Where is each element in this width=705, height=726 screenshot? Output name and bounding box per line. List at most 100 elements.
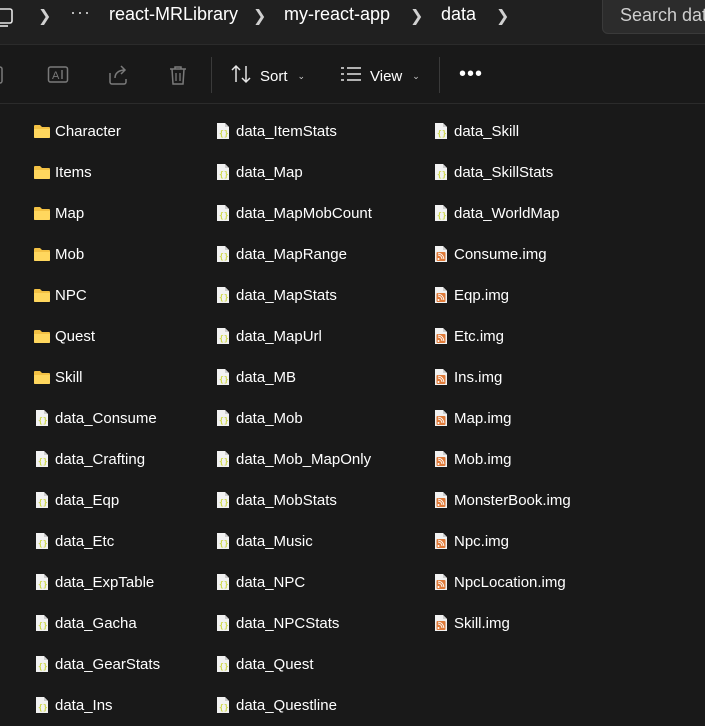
file-item[interactable]: {} data_Gacha bbox=[33, 609, 137, 637]
file-name: Skill.img bbox=[454, 614, 510, 632]
svg-text:{}: {} bbox=[219, 129, 229, 138]
file-item[interactable]: Map.img bbox=[432, 404, 512, 432]
file-item[interactable]: {} data_GearStats bbox=[33, 650, 160, 678]
file-item[interactable]: {} data_Ins bbox=[33, 691, 113, 719]
svg-text:{}: {} bbox=[219, 457, 229, 466]
file-item[interactable]: {} data_MobStats bbox=[214, 486, 337, 514]
folder-item[interactable]: Character bbox=[33, 117, 121, 145]
file-item[interactable]: {} data_ItemStats bbox=[214, 117, 337, 145]
file-name: data_Map bbox=[236, 163, 303, 181]
folder-item[interactable]: Map bbox=[33, 199, 84, 227]
file-item[interactable]: Ins.img bbox=[432, 363, 502, 391]
search-input[interactable]: Search data bbox=[620, 5, 705, 26]
folder-item[interactable]: Items bbox=[33, 158, 92, 186]
file-name: data_Skill bbox=[454, 122, 520, 140]
file-item[interactable]: {} data_Mob_MapOnly bbox=[214, 445, 371, 473]
folder-icon bbox=[33, 163, 51, 181]
file-item[interactable]: {} data_MapMobCount bbox=[214, 199, 372, 227]
file-item[interactable]: {} data_ExpTable bbox=[33, 568, 154, 596]
search-box[interactable]: Search data bbox=[602, 0, 705, 34]
file-item[interactable]: {} data_Questline bbox=[214, 691, 337, 719]
json-file-icon: {} bbox=[214, 655, 232, 673]
delete-icon[interactable] bbox=[167, 64, 189, 91]
file-item[interactable]: {} data_Map bbox=[214, 158, 303, 186]
file-item[interactable]: {} data_Crafting bbox=[33, 445, 145, 473]
svg-text:{}: {} bbox=[219, 498, 229, 507]
breadcrumb-item-react-mrlibrary[interactable]: react-MRLibrary bbox=[109, 4, 238, 25]
folder-item[interactable]: Mob bbox=[33, 240, 84, 268]
sort-icon bbox=[230, 64, 252, 88]
file-name: data_Crafting bbox=[55, 450, 146, 468]
file-item[interactable]: {} data_Eqp bbox=[33, 486, 119, 514]
breadcrumb-overflow-icon[interactable]: ··· bbox=[70, 2, 91, 23]
breadcrumb-item-my-react-app[interactable]: my-react-app bbox=[284, 4, 390, 25]
file-name: Character bbox=[55, 122, 121, 140]
breadcrumb-chevron-icon[interactable]: ❯ bbox=[253, 6, 266, 26]
sort-button[interactable]: Sort ⌄ bbox=[230, 63, 305, 89]
file-item[interactable]: {} data_MapStats bbox=[214, 281, 337, 309]
json-file-icon: {} bbox=[214, 286, 232, 304]
file-name: data_MapStats bbox=[236, 286, 337, 304]
feed-file-icon bbox=[432, 409, 450, 427]
file-item[interactable]: Npc.img bbox=[432, 527, 509, 555]
command-bar: A Sort ⌄ View ⌄ ••• bbox=[0, 45, 705, 104]
toolbar-divider bbox=[211, 57, 212, 93]
file-item[interactable]: {} data_MapRange bbox=[214, 240, 347, 268]
file-name: Map.img bbox=[454, 409, 512, 427]
file-name: data_Etc bbox=[55, 532, 115, 550]
file-item[interactable]: {} data_Mob bbox=[214, 404, 303, 432]
json-file-icon: {} bbox=[214, 696, 232, 714]
file-item[interactable]: Eqp.img bbox=[432, 281, 509, 309]
file-item[interactable]: {} data_Quest bbox=[214, 650, 314, 678]
file-name: Mob bbox=[55, 245, 85, 263]
file-item[interactable]: MonsterBook.img bbox=[432, 486, 571, 514]
file-item[interactable]: {} data_NPC bbox=[214, 568, 305, 596]
file-name: data_Mob_MapOnly bbox=[236, 450, 372, 468]
file-item[interactable]: {} data_Skill bbox=[432, 117, 519, 145]
view-icon bbox=[340, 64, 362, 88]
file-name: data_MapRange bbox=[236, 245, 347, 263]
file-item[interactable]: {} data_Consume bbox=[33, 404, 157, 432]
file-item[interactable]: Etc.img bbox=[432, 322, 504, 350]
json-file-icon: {} bbox=[33, 696, 51, 714]
share-icon[interactable] bbox=[107, 64, 129, 91]
file-name: data_ExpTable bbox=[55, 573, 155, 591]
file-item[interactable]: Consume.img bbox=[432, 240, 547, 268]
copy-icon[interactable] bbox=[0, 64, 8, 91]
view-label: View bbox=[370, 67, 403, 85]
breadcrumb-item-data[interactable]: data bbox=[441, 4, 476, 25]
file-name: data_GearStats bbox=[55, 655, 161, 673]
svg-text:{}: {} bbox=[38, 662, 48, 671]
file-item[interactable]: {} data_Etc bbox=[33, 527, 114, 555]
rename-icon[interactable]: A bbox=[47, 64, 69, 91]
json-file-icon: {} bbox=[432, 163, 450, 181]
chevron-down-icon: ⌄ bbox=[412, 70, 420, 81]
more-options-icon[interactable]: ••• bbox=[459, 63, 483, 86]
folder-item[interactable]: Skill bbox=[33, 363, 83, 391]
file-item[interactable]: NpcLocation.img bbox=[432, 568, 566, 596]
file-item[interactable]: {} data_MB bbox=[214, 363, 296, 391]
file-item[interactable]: {} data_WorldMap bbox=[432, 199, 560, 227]
file-item[interactable]: {} data_Music bbox=[214, 527, 313, 555]
view-button[interactable]: View ⌄ bbox=[340, 63, 420, 89]
folder-item[interactable]: Quest bbox=[33, 322, 95, 350]
breadcrumb-chevron-icon[interactable]: ❯ bbox=[496, 6, 509, 26]
file-item[interactable]: {} data_SkillStats bbox=[432, 158, 553, 186]
file-item[interactable]: Skill.img bbox=[432, 609, 510, 637]
file-name: data_NPC bbox=[236, 573, 306, 591]
file-name: data_Questline bbox=[236, 696, 337, 714]
breadcrumb-chevron-icon[interactable]: ❯ bbox=[410, 6, 423, 26]
file-item[interactable]: {} data_MapUrl bbox=[214, 322, 322, 350]
json-file-icon: {} bbox=[214, 368, 232, 386]
svg-text:{}: {} bbox=[219, 703, 229, 712]
folder-item[interactable]: NPC bbox=[33, 281, 87, 309]
file-item[interactable]: Mob.img bbox=[432, 445, 512, 473]
file-name: Eqp.img bbox=[454, 286, 510, 304]
svg-text:{}: {} bbox=[219, 416, 229, 425]
file-item[interactable]: {} data_NPCStats bbox=[214, 609, 339, 637]
svg-text:{}: {} bbox=[219, 375, 229, 384]
breadcrumb-chevron-icon[interactable]: ❯ bbox=[38, 6, 51, 26]
this-pc-icon[interactable] bbox=[0, 4, 16, 33]
svg-text:{}: {} bbox=[38, 703, 48, 712]
svg-text:{}: {} bbox=[38, 416, 48, 425]
